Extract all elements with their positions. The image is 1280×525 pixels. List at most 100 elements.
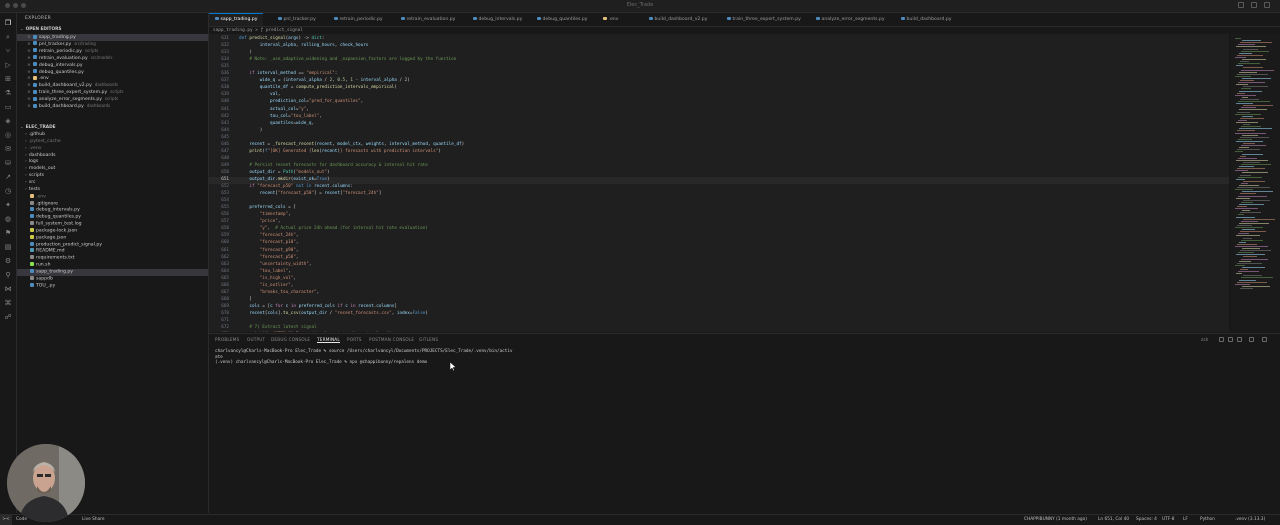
code-line[interactable]: 655 preferred_cols = [ [209,205,296,212]
git-blame-indicator[interactable]: CHAPPIBUNNY (1 month ago) [1024,517,1087,522]
layout-icon[interactable] [1264,2,1270,8]
tree-file[interactable]: .gitignore [17,200,208,208]
encoding-indicator[interactable]: UTF-8 [1162,517,1175,522]
open-editor-item[interactable]: × pnl_tracker.py src/trading [17,41,208,48]
code-line[interactable]: 652 if "forecast_p50" not in recent.colu… [209,184,353,191]
open-editor-item[interactable]: × build_dashboard.py dashboards [17,103,208,110]
panel-tab[interactable]: PORTS [347,337,362,342]
code-line[interactable]: 636 if interval_method == "empirical": [209,71,337,78]
live-share-button[interactable]: Live Share [82,517,105,522]
open-editor-item[interactable]: × build_dashboard_v2.py dashboards [17,82,208,89]
code-line[interactable]: 664 "tou_label", [209,269,291,276]
code-line[interactable]: 640 prediction_col="pred_for_quantiles", [209,99,363,106]
close-icon[interactable]: × [27,83,31,88]
testing-icon[interactable]: ⚗ [4,89,12,97]
code-line[interactable]: 644 ) [209,128,262,135]
code-line[interactable]: 665 "is_high_vol", [209,276,296,283]
tree-folder[interactable]: › logs [17,159,208,166]
panel-tab[interactable]: GITLENS [419,337,438,342]
code-line[interactable]: 672 # 7) Extract latest signal [209,325,316,332]
editor-tab[interactable]: debug_quantiles.py [531,13,594,26]
tree-file[interactable]: debug_quantiles.py [17,214,208,221]
indentation-indicator[interactable]: Spaces: 4 [1136,517,1157,522]
tree-file[interactable]: package.json [17,234,208,242]
close-icon[interactable]: × [27,56,31,61]
search-icon[interactable]: ⌕ [4,33,12,41]
close-icon[interactable]: × [27,76,31,81]
tree-file[interactable]: requirements.txt [17,255,208,262]
close-icon[interactable]: × [27,35,31,40]
postman-icon[interactable]: ✉ [4,145,12,153]
code-line[interactable]: 648 [209,156,239,163]
editor-tab[interactable]: retrain_evaluation.py [395,13,461,26]
tree-folder[interactable]: › models_out [17,166,208,173]
code-line[interactable]: 657 "price", [209,219,280,226]
code-line[interactable]: 671 [209,318,239,325]
toggle-sidebar-icon[interactable] [1238,2,1244,8]
branch-indicator[interactable]: Code [16,517,27,522]
code-line[interactable]: 643 quantiles=wide_q, [209,121,314,128]
bookmarks-icon[interactable]: ⚑ [4,229,12,237]
toggle-panel-icon[interactable] [1251,2,1257,8]
tree-file[interactable]: TOU_.py [17,282,208,290]
docker-icon[interactable]: ◈ [4,117,12,125]
editor-tab[interactable]: analyze_error_segments.py [810,13,891,26]
close-icon[interactable]: × [27,49,31,54]
flask-icon[interactable]: ⚲ [4,271,12,279]
tree-folder[interactable]: › scripts [17,173,208,180]
python-icon[interactable]: ◍ [4,215,12,223]
tree-file[interactable]: README.md [17,248,208,255]
code-line[interactable]: 666 "is_outlier", [209,283,293,290]
run-debug-icon[interactable]: ▷ [4,61,12,69]
close-icon[interactable]: × [27,104,31,109]
gitlens-icon[interactable]: ◎ [4,131,12,139]
editor-tab[interactable]: pnl_tracker.py [272,13,322,26]
code-line[interactable]: 642 tou_col="tou_label", [209,114,322,121]
live-share-icon[interactable]: ↗ [4,173,12,181]
code-line[interactable]: 646 recent = _forecast_recent(recent, mo… [209,142,464,149]
close-icon[interactable]: × [27,90,31,95]
code-line[interactable]: 634 # Note: _use_adaptive_widening and _… [209,57,456,64]
extensions-icon[interactable]: ⊞ [4,75,12,83]
split-terminal-icon[interactable] [1228,337,1233,342]
code-line[interactable]: 641 actual_col="y", [209,107,309,114]
code-line[interactable]: 638 quantile_df = compute_prediction_int… [209,85,397,92]
open-editor-item[interactable]: × debug_quantiles.py [17,69,208,76]
code-line[interactable]: 654 [209,198,239,205]
graph-icon[interactable]: ⋈ [4,285,12,293]
editor-tab[interactable]: retrain_periodic.py [328,13,389,26]
panel-tab[interactable]: PROBLEMS [215,337,239,342]
open-editor-item[interactable]: × train_three_expert_system.py scripts [17,89,208,96]
panel-tab[interactable]: DEBUG CONSOLE [271,337,310,342]
open-editor-item[interactable]: × retrain_evaluation.py src/models [17,55,208,62]
tree-file[interactable]: debug_intervals.py [17,207,208,214]
cursor-position[interactable]: Ln 651, Col 40 [1098,517,1129,522]
code-line[interactable]: 662 "forecast_p50", [209,255,298,262]
close-icon[interactable]: × [27,70,31,75]
editor-tab[interactable]: .env [597,13,624,26]
tree-file[interactable]: sapp_trading.py [17,269,208,276]
code-line[interactable]: 635 [209,64,239,71]
kill-terminal-icon[interactable] [1237,337,1242,342]
close-panel-icon[interactable] [1262,337,1267,342]
code-line[interactable]: 647 print(f"[OK] Generated {len(recent)}… [209,149,441,156]
open-editor-item[interactable]: × .env [17,75,208,82]
editor-tab[interactable]: debug_intervals.py [467,13,528,26]
terminal-icon[interactable]: ⌘ [4,299,12,307]
code-editor[interactable]: 631 def predict_signal(args) -> dict: 632 … [209,34,1229,332]
breadcrumb[interactable]: sapp_trading.py > ƒ predict_signal [213,27,303,34]
code-line[interactable]: 667 "breaks_tou_character", [209,290,319,297]
code-line[interactable]: 669 cols = [c for c in preferred_cols if… [209,304,397,311]
code-line[interactable]: 633 ) [209,50,252,57]
code-line[interactable]: 649 # Persist recent forecasts for dashb… [209,163,428,170]
code-line[interactable]: 663 "uncertainty_width", [209,262,311,269]
open-editor-item[interactable]: × retrain_periodic.py scripts [17,48,208,55]
explorer-icon[interactable]: ❐ [4,19,12,27]
close-icon[interactable]: × [27,42,31,47]
copilot-icon[interactable]: ✦ [4,201,12,209]
new-terminal-icon[interactable] [1219,337,1224,342]
workspace-section[interactable]: ⌄ ELEC_TRADE [20,125,56,130]
code-line[interactable]: 656 "timestamp", [209,212,291,219]
panel-tab[interactable]: OUTPUT [247,337,265,342]
source-control-icon[interactable]: ⑂ [4,47,12,55]
